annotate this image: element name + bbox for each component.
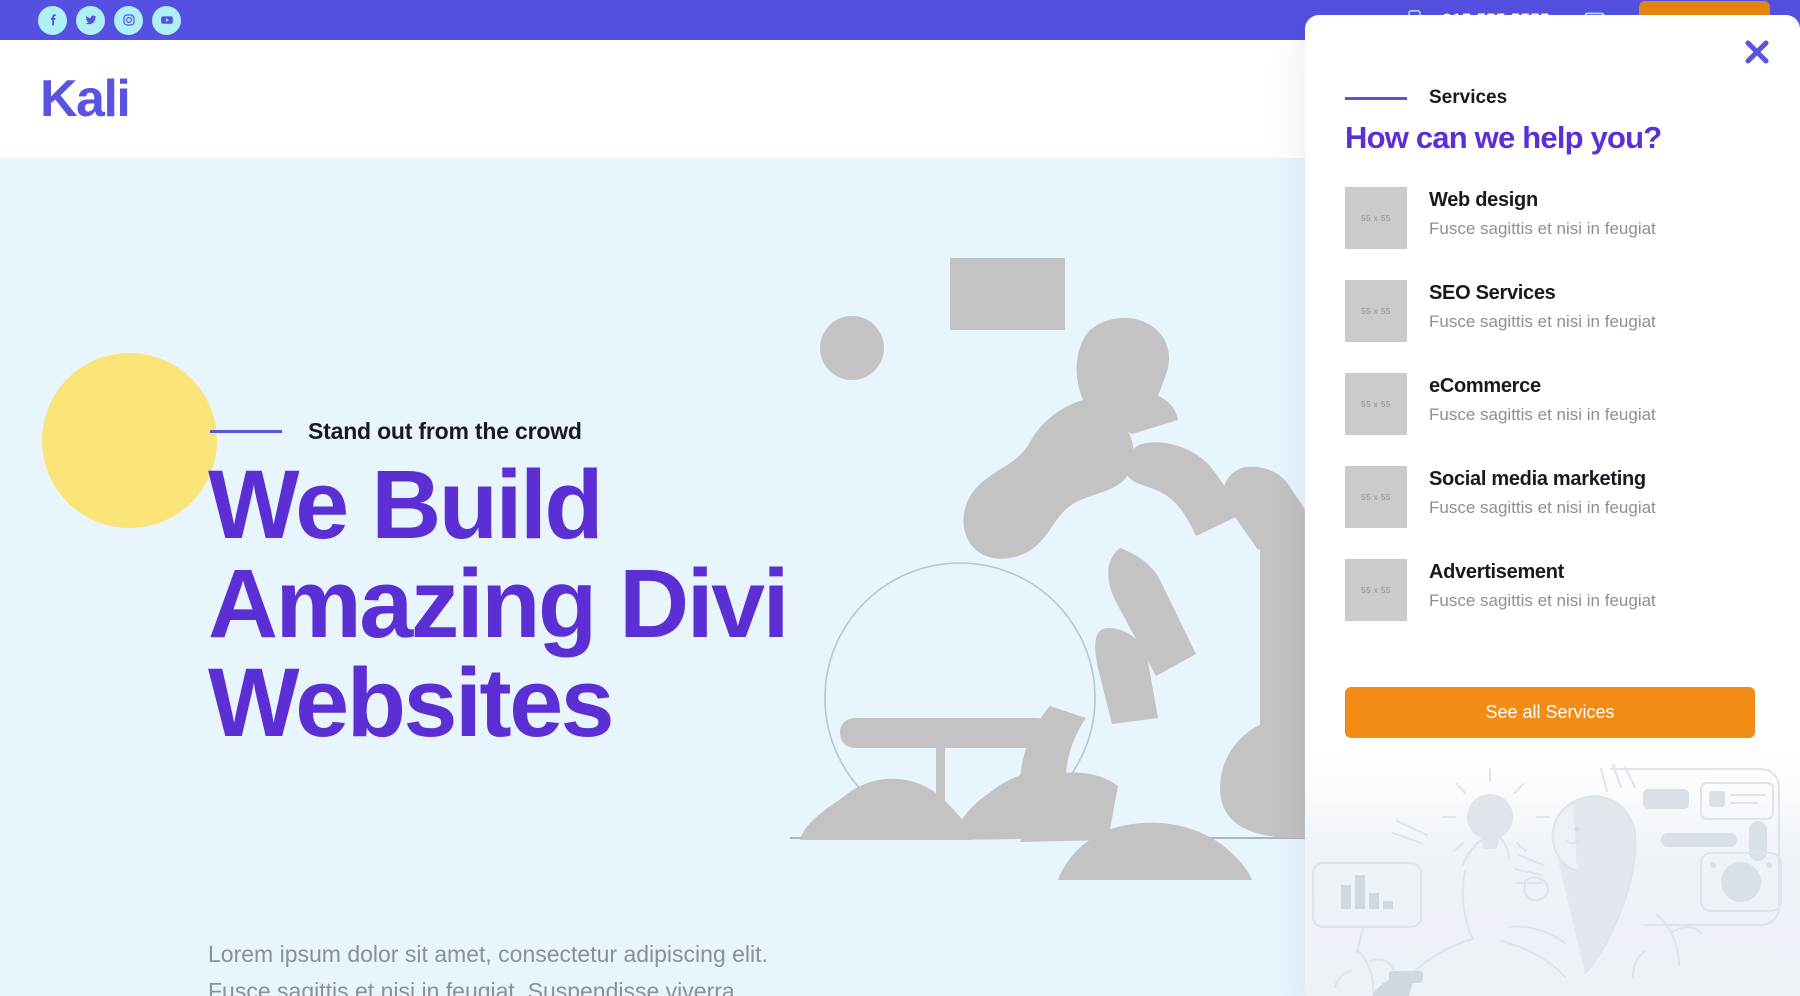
hero-eyebrow: Stand out from the crowd [210, 418, 582, 445]
facebook-icon[interactable] [38, 5, 67, 35]
logo[interactable]: Kali [40, 73, 131, 125]
services-panel: Services How can we help you? 55 x 55 We… [1305, 15, 1800, 996]
see-all-services-button[interactable]: See all Services [1345, 687, 1755, 738]
service-name: Social media marketing [1429, 468, 1646, 490]
service-name: Advertisement [1429, 561, 1565, 583]
service-description: Fusce sagittis et nisi in feugiat [1429, 312, 1656, 331]
service-description: Fusce sagittis et nisi in feugiat [1429, 591, 1656, 610]
eyebrow-dash [210, 430, 282, 433]
panel-eyebrow-dash [1345, 96, 1407, 100]
service-description: Fusce sagittis et nisi in feugiat [1429, 498, 1656, 517]
service-item[interactable]: 55 x 55 eCommerce Fusce sagittis et nisi… [1345, 373, 1755, 435]
service-name: Web design [1429, 189, 1538, 211]
service-name: eCommerce [1429, 375, 1541, 397]
hero-heading: We Build Amazing Divi Websites [208, 450, 790, 757]
service-name: SEO Services [1429, 282, 1556, 304]
service-thumbnail: 55 x 55 [1345, 187, 1407, 249]
twitter-icon[interactable] [76, 5, 105, 35]
decorative-yellow-circle [42, 353, 217, 528]
hero-paragraph: Lorem ipsum dolor sit amet, consectetur … [208, 941, 768, 996]
social-links [38, 5, 181, 35]
service-description: Fusce sagittis et nisi in feugiat [1429, 219, 1656, 238]
service-item[interactable]: 55 x 55 Social media marketing Fusce sag… [1345, 466, 1755, 528]
service-item[interactable]: 55 x 55 SEO Services Fusce sagittis et n… [1345, 280, 1755, 342]
service-thumbnail: 55 x 55 [1345, 559, 1407, 621]
panel-illustration [1305, 755, 1800, 996]
service-item[interactable]: 55 x 55 Advertisement Fusce sagittis et … [1345, 559, 1755, 621]
service-thumbnail: 55 x 55 [1345, 280, 1407, 342]
service-item[interactable]: 55 x 55 Web design Fusce sagittis et nis… [1345, 187, 1755, 249]
youtube-icon[interactable] [152, 5, 181, 35]
instagram-icon[interactable] [114, 5, 143, 35]
hero-eyebrow-text: Stand out from the crowd [308, 418, 582, 444]
service-thumbnail: 55 x 55 [1345, 466, 1407, 528]
service-description: Fusce sagittis et nisi in feugiat [1429, 405, 1656, 424]
services-list: 55 x 55 Web design Fusce sagittis et nis… [1345, 187, 1755, 652]
service-thumbnail: 55 x 55 [1345, 373, 1407, 435]
panel-eyebrow-text: Services [1429, 87, 1508, 108]
panel-eyebrow: Services [1345, 87, 1507, 109]
panel-title: How can we help you? [1345, 120, 1662, 155]
close-icon[interactable] [1740, 35, 1774, 69]
